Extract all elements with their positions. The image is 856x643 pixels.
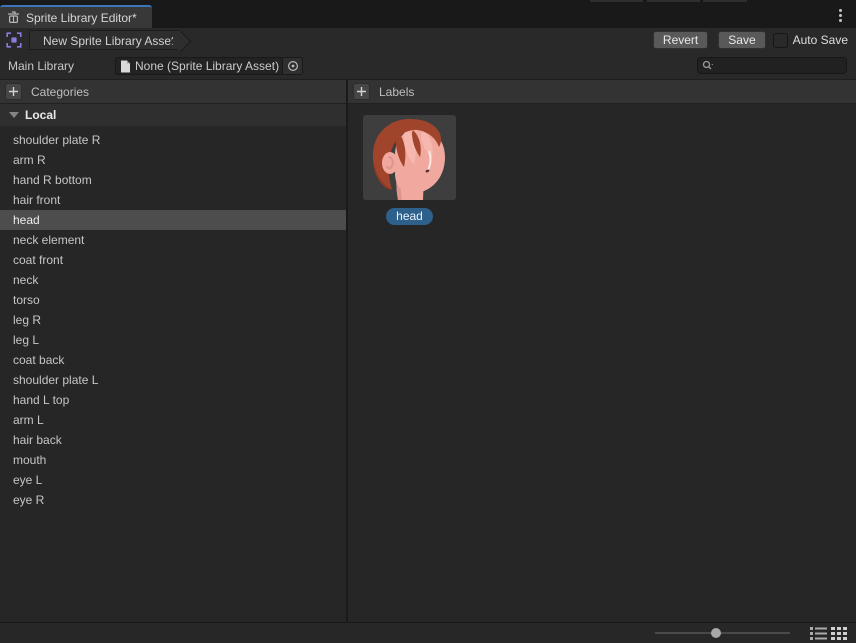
grid-view-icon[interactable]	[831, 627, 848, 640]
window-menu-button[interactable]	[832, 7, 848, 23]
bottom-bar	[0, 622, 856, 643]
plus-icon	[356, 86, 367, 97]
local-group-foldout[interactable]: Local	[0, 104, 346, 126]
category-item-eye-L[interactable]: eye L	[0, 470, 346, 490]
auto-save-checkbox[interactable]	[773, 33, 788, 48]
magnifier-icon	[702, 60, 715, 71]
category-item-leg-L[interactable]: leg L	[0, 330, 346, 350]
sprite-library-window-icon	[7, 11, 20, 24]
label-item-head[interactable]: head	[363, 115, 456, 225]
category-item-eye-R[interactable]: eye R	[0, 490, 346, 510]
object-field-value: None (Sprite Library Asset)	[135, 59, 282, 73]
editor-body: Categories Local shoulder plate Rarm Rha…	[0, 80, 856, 622]
labels-panel: Labels	[348, 80, 856, 622]
category-item-hair-back[interactable]: hair back	[0, 430, 346, 450]
main-library-object-field[interactable]: None (Sprite Library Asset)	[115, 57, 303, 75]
category-item-arm-R[interactable]: arm R	[0, 150, 346, 170]
category-item-shoulder-plate-L[interactable]: shoulder plate L	[0, 370, 346, 390]
labels-header: Labels	[348, 80, 856, 104]
toolbar-actions: Revert Save Auto Save	[653, 28, 848, 52]
slider-thumb[interactable]	[711, 628, 721, 638]
category-item-mouth[interactable]: mouth	[0, 450, 346, 470]
triangle-down-icon	[9, 112, 19, 118]
sprite-library-editor-window: Sprite Library Editor* New Sprite Librar…	[0, 0, 856, 643]
breadcrumb-toolbar: New Sprite Library Asset Revert Save Aut…	[0, 28, 856, 52]
plus-icon	[8, 86, 19, 97]
window-edge-artifact	[703, 0, 747, 2]
category-item-shoulder-plate-R[interactable]: shoulder plate R	[0, 130, 346, 150]
tab-title: Sprite Library Editor*	[26, 11, 137, 25]
auto-save-label: Auto Save	[793, 33, 848, 47]
category-item-neck-element[interactable]: neck element	[0, 230, 346, 250]
head-sprite-image	[363, 115, 456, 200]
tab-sprite-library-editor[interactable]: Sprite Library Editor*	[0, 5, 152, 28]
categories-header: Categories	[0, 80, 346, 104]
tab-bar: Sprite Library Editor*	[0, 0, 856, 28]
object-picker-button[interactable]	[282, 58, 302, 74]
thumbnail-size-slider[interactable]	[655, 632, 790, 634]
search-field[interactable]	[697, 57, 847, 74]
breadcrumb[interactable]: New Sprite Library Asset	[29, 30, 180, 50]
list-view-icon[interactable]	[810, 627, 827, 640]
window-edge-artifact	[647, 0, 700, 2]
main-library-label: Main Library	[8, 59, 74, 73]
category-item-coat-back[interactable]: coat back	[0, 350, 346, 370]
labels-grid: head	[348, 104, 856, 225]
revert-button[interactable]: Revert	[653, 31, 708, 49]
category-item-hand-R-bottom[interactable]: hand R bottom	[0, 170, 346, 190]
categories-title: Categories	[31, 85, 89, 99]
local-group-label: Local	[25, 108, 56, 122]
window-edge-artifact	[590, 0, 643, 2]
sprite-library-asset-icon	[6, 32, 22, 48]
breadcrumb-label: New Sprite Library Asset	[43, 34, 174, 48]
category-item-coat-front[interactable]: coat front	[0, 250, 346, 270]
sprite-thumbnail	[363, 115, 456, 200]
kebab-menu-icon	[839, 9, 842, 12]
object-picker-icon	[287, 60, 299, 72]
category-item-arm-L[interactable]: arm L	[0, 410, 346, 430]
add-category-button[interactable]	[5, 83, 22, 100]
labels-title: Labels	[379, 85, 414, 99]
add-label-button[interactable]	[353, 83, 370, 100]
save-button[interactable]: Save	[718, 31, 765, 49]
category-item-leg-R[interactable]: leg R	[0, 310, 346, 330]
category-list: shoulder plate Rarm Rhand R bottomhair f…	[0, 126, 346, 622]
category-item-neck[interactable]: neck	[0, 270, 346, 290]
search-input[interactable]	[718, 58, 828, 74]
label-badge: head	[386, 208, 433, 225]
categories-panel: Categories Local shoulder plate Rarm Rha…	[0, 80, 348, 622]
category-item-torso[interactable]: torso	[0, 290, 346, 310]
main-library-row: Main Library None (Sprite Library Asset)	[0, 52, 856, 80]
category-item-hand-L-top[interactable]: hand L top	[0, 390, 346, 410]
category-item-hair-front[interactable]: hair front	[0, 190, 346, 210]
page-icon	[120, 60, 131, 73]
category-item-head[interactable]: head	[0, 210, 346, 230]
label-badge-wrap: head	[363, 208, 456, 225]
